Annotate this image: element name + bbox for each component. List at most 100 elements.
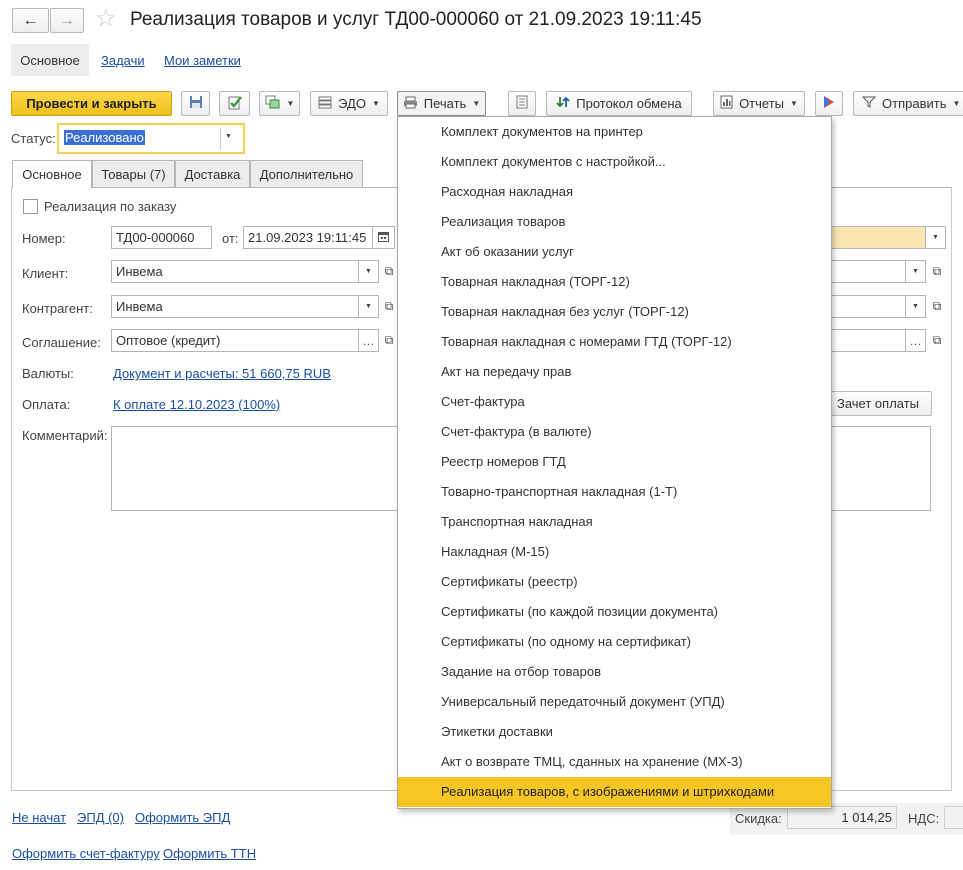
- right-highlighted-dropdown-button[interactable]: ▼: [926, 226, 946, 249]
- agreement-label: Соглашение:: [22, 335, 101, 350]
- print-menu-item[interactable]: Товарная накладная без услуг (ТОРГ-12): [398, 297, 831, 327]
- make-ttn-link[interactable]: Оформить ТТН: [163, 846, 256, 861]
- open-icon[interactable]: ⧉: [380, 329, 398, 352]
- nav-tab-main[interactable]: Основное: [11, 44, 89, 76]
- date-field[interactable]: 21.09.2023 19:11:45: [243, 226, 373, 249]
- print-menu-item[interactable]: Счет-фактура: [398, 387, 831, 417]
- document-list-button[interactable]: [508, 91, 536, 116]
- bitrix-button[interactable]: [815, 91, 843, 116]
- bitrix-icon: [822, 95, 836, 112]
- vat-label: НДС:: [908, 811, 940, 826]
- print-menu-item[interactable]: Товарная накладная (ТОРГ-12): [398, 267, 831, 297]
- right-highlighted-field[interactable]: [820, 226, 926, 249]
- ellipsis-icon[interactable]: …: [359, 329, 379, 352]
- print-menu-item[interactable]: Расходная накладная: [398, 177, 831, 207]
- print-menu-item[interactable]: Сертификаты (по каждой позиции документа…: [398, 597, 831, 627]
- date-label: от:: [222, 231, 239, 246]
- list-icon: [516, 95, 528, 112]
- print-menu-item[interactable]: Задание на отбор товаров: [398, 657, 831, 687]
- edo-button[interactable]: ЭДО ▼: [310, 91, 388, 116]
- client-label: Клиент:: [22, 266, 69, 281]
- print-menu-item[interactable]: Реализация товаров: [398, 207, 831, 237]
- open-icon[interactable]: ⧉: [380, 260, 398, 283]
- vat-field: [944, 806, 963, 829]
- print-menu-item[interactable]: Этикетки доставки: [398, 717, 831, 747]
- print-menu-item[interactable]: Акт о возврате ТМЦ, сданных на хранение …: [398, 747, 831, 777]
- by-order-label: Реализация по заказу: [44, 199, 177, 214]
- ellipsis-icon[interactable]: …: [906, 329, 926, 352]
- print-menu-item[interactable]: Акт на передачу прав: [398, 357, 831, 387]
- nav-tab-main-label: Основное: [20, 52, 80, 68]
- send-icon: [861, 96, 877, 111]
- counterparty-dropdown-button[interactable]: ▼: [359, 295, 379, 318]
- print-menu: Комплект документов на принтер Комплект д…: [397, 116, 832, 809]
- print-menu-item[interactable]: Комплект документов с настройкой...: [398, 147, 831, 177]
- back-button[interactable]: ←: [12, 8, 49, 33]
- status-select[interactable]: Реализовано ▼: [57, 123, 245, 154]
- discount-field: 1 014,25: [787, 806, 897, 829]
- tab-main[interactable]: Основное: [12, 160, 92, 188]
- print-menu-item[interactable]: Товарная накладная с номерами ГТД (ТОРГ-…: [398, 327, 831, 357]
- print-menu-item[interactable]: Транспортная накладная: [398, 507, 831, 537]
- make-invoice-link[interactable]: Оформить счет-фактуру: [12, 846, 160, 861]
- print-button[interactable]: Печать ▼: [397, 91, 486, 116]
- print-menu-item[interactable]: Счет-фактура (в валюте): [398, 417, 831, 447]
- print-menu-item[interactable]: Сертификаты (по одному на сертификат): [398, 627, 831, 657]
- right-field-3-dropdown-button[interactable]: ▼: [906, 295, 926, 318]
- open-icon[interactable]: ⧉: [928, 295, 946, 318]
- client-field[interactable]: Инвема: [111, 260, 359, 283]
- right-field-3[interactable]: [820, 295, 906, 318]
- right-field-4[interactable]: [820, 329, 906, 352]
- client-dropdown-button[interactable]: ▼: [359, 260, 379, 283]
- print-menu-item[interactable]: Акт об оказании услуг: [398, 237, 831, 267]
- payment-offset-label: Зачет оплаты: [836, 396, 920, 411]
- right-field-2[interactable]: [820, 260, 906, 283]
- print-menu-item[interactable]: Сертификаты (реестр): [398, 567, 831, 597]
- reports-button[interactable]: Отчеты ▼: [713, 91, 805, 116]
- counterparty-label: Контрагент:: [22, 301, 93, 316]
- page-title: Реализация товаров и услуг ТД00-000060 о…: [130, 9, 702, 30]
- right-field-2-dropdown-button[interactable]: ▼: [906, 260, 926, 283]
- make-epd-link[interactable]: Оформить ЭПД: [135, 810, 230, 825]
- payment-link[interactable]: К оплате 12.10.2023 (100%): [113, 397, 280, 412]
- print-menu-item[interactable]: Универсальный передаточный документ (УПД…: [398, 687, 831, 717]
- currency-link[interactable]: Документ и расчеты: 51 660,75 RUB: [113, 366, 331, 381]
- print-menu-item[interactable]: Накладная (М-15): [398, 537, 831, 567]
- print-menu-item[interactable]: Реестр номеров ГТД: [398, 447, 831, 477]
- agreement-field[interactable]: Оптовое (кредит): [111, 329, 359, 352]
- payment-offset-button[interactable]: Зачет оплаты: [824, 391, 932, 416]
- forward-button[interactable]: →: [50, 8, 84, 33]
- edo-icon: [318, 96, 332, 112]
- nav-tab-notes[interactable]: Мои заметки: [164, 53, 241, 68]
- tab-goods[interactable]: Товары (7): [92, 160, 175, 187]
- status-not-started-link[interactable]: Не начат: [12, 810, 66, 825]
- save-button[interactable]: [181, 91, 210, 116]
- star-icon[interactable]: ☆: [95, 4, 117, 33]
- open-icon[interactable]: ⧉: [928, 329, 946, 352]
- status-label: Статус:: [11, 131, 56, 146]
- epd-link[interactable]: ЭПД (0): [77, 810, 124, 825]
- create-based-on-button[interactable]: ▼: [259, 91, 300, 116]
- open-icon[interactable]: ⧉: [928, 260, 946, 283]
- post-button[interactable]: [219, 91, 250, 116]
- forward-arrow-icon: →: [59, 11, 75, 29]
- tab-goods-label: Товары (7): [101, 166, 166, 182]
- calendar-button[interactable]: [373, 226, 395, 249]
- nav-tab-tasks[interactable]: Задачи: [101, 53, 145, 68]
- tab-main-label: Основное: [22, 167, 82, 182]
- send-button[interactable]: Отправить ▼: [853, 91, 963, 116]
- exchange-log-button[interactable]: Протокол обмена: [546, 91, 692, 116]
- print-menu-item[interactable]: Реализация товаров, с изображениями и шт…: [398, 777, 831, 807]
- print-menu-item[interactable]: Товарно-транспортная накладная (1-Т): [398, 477, 831, 507]
- counterparty-field[interactable]: Инвема: [111, 295, 359, 318]
- tab-additional-label: Дополнительно: [259, 166, 354, 182]
- by-order-checkbox[interactable]: [23, 199, 38, 214]
- number-field[interactable]: ТД00-000060: [111, 226, 212, 249]
- chevron-down-icon[interactable]: ▼: [225, 133, 232, 140]
- number-label: Номер:: [22, 231, 66, 246]
- print-menu-item[interactable]: Комплект документов на принтер: [398, 117, 831, 147]
- open-icon[interactable]: ⧉: [380, 295, 398, 318]
- tab-additional[interactable]: Дополнительно: [250, 160, 363, 187]
- post-and-close-button[interactable]: Провести и закрыть: [11, 91, 172, 116]
- tab-delivery[interactable]: Доставка: [175, 160, 250, 187]
